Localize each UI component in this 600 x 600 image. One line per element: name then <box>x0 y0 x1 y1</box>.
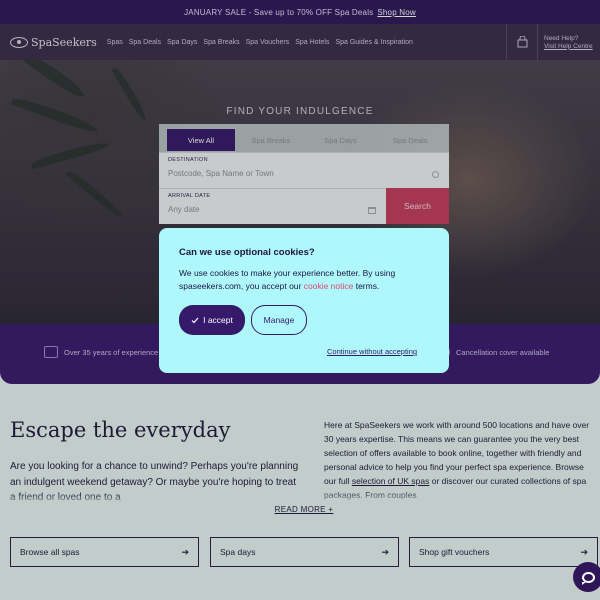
chat-icon <box>581 571 595 585</box>
continue-without-accepting-link[interactable]: Continue without accepting <box>327 347 417 356</box>
cookie-actions: I accept Manage <box>179 305 307 335</box>
accept-cookies-button[interactable]: I accept <box>179 305 245 335</box>
manage-cookies-button[interactable]: Manage <box>251 305 307 335</box>
accept-label: I accept <box>203 315 233 325</box>
cookie-notice-link[interactable]: cookie notice <box>304 281 354 291</box>
cookie-dialog: Can we use optional cookies? We use cook… <box>159 228 449 373</box>
check-icon <box>191 317 199 323</box>
cookie-text: We use cookies to make your experience b… <box>179 267 429 293</box>
cookie-title: Can we use optional cookies? <box>179 247 315 258</box>
cookie-text-end: terms. <box>353 281 380 291</box>
chat-button[interactable] <box>573 562 600 592</box>
